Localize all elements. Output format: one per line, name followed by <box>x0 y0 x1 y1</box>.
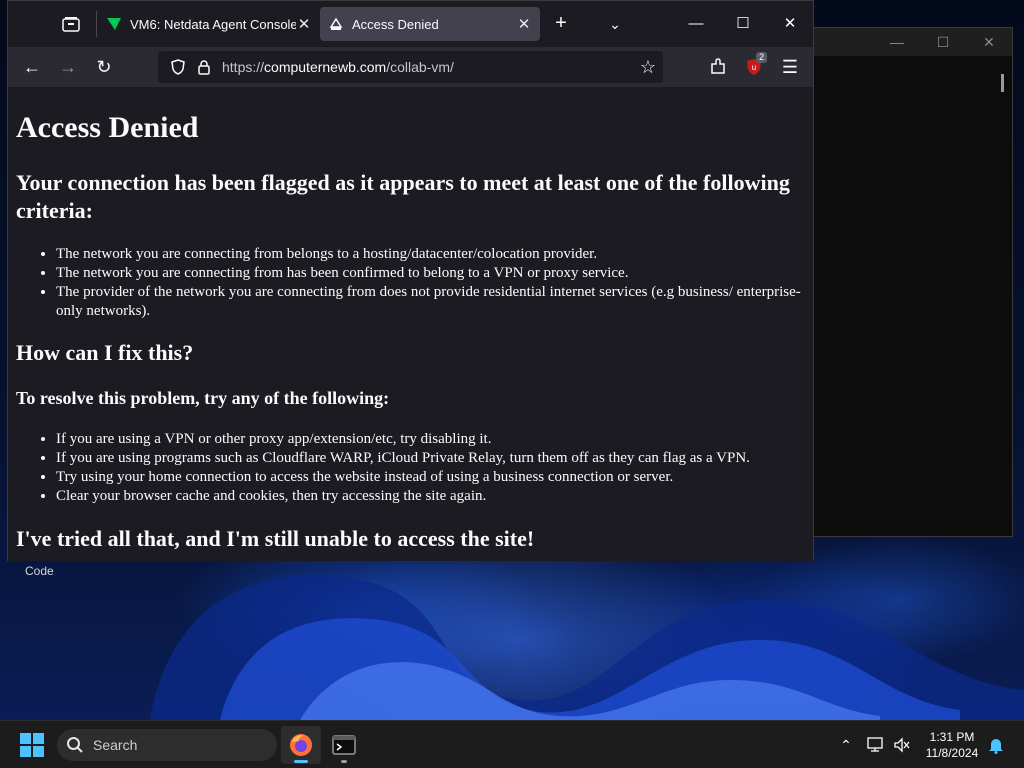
maximize-icon[interactable]: ☐ <box>920 32 966 52</box>
page-icon <box>328 16 344 32</box>
volume-muted-icon[interactable] <box>892 735 912 755</box>
url-bar[interactable]: https://computernewb.com/collab-vm/ ☆ <box>158 51 663 83</box>
reload-icon[interactable]: ↻ <box>90 53 118 81</box>
close-tab-icon[interactable]: ✕ <box>516 15 532 33</box>
menu-icon[interactable]: ☰ <box>776 53 804 81</box>
forward-arrow-icon[interactable]: → <box>54 53 82 81</box>
list-item: The provider of the network you are conn… <box>56 283 806 321</box>
search-placeholder: Search <box>93 737 138 753</box>
taskbar-search-box[interactable]: Search <box>57 729 277 761</box>
new-tab-icon[interactable]: + <box>548 11 574 37</box>
minimize-icon[interactable]: — <box>676 9 716 39</box>
tab-label: Access Denied <box>352 16 439 32</box>
tab-bar: VM6: Netdata Agent Console ✕ Access Deni… <box>8 1 813 47</box>
taskbar: Search ⌃ 1:31 PM 11/8/2024 <box>0 720 1024 768</box>
url-prefix: https:// <box>222 59 265 75</box>
chevron-up-icon[interactable]: ⌃ <box>836 735 856 755</box>
desktop-code-label[interactable]: Code <box>25 564 54 578</box>
clock-date: 11/8/2024 <box>925 746 979 760</box>
tab-label: VM6: Netdata Agent Console <box>130 16 296 32</box>
lock-icon[interactable] <box>192 59 216 75</box>
back-arrow-icon[interactable]: ← <box>18 53 46 81</box>
ublock-origin-icon[interactable]: u 2 <box>740 52 768 81</box>
firefox-view-icon[interactable] <box>53 7 89 41</box>
background-terminal-window[interactable]: — ☐ ✕ <box>813 27 1013 537</box>
url-domain: computernewb.com <box>264 59 387 75</box>
notification-bell-icon[interactable] <box>986 735 1006 755</box>
tab-access-denied[interactable]: Access Denied ✕ <box>320 7 540 41</box>
active-app-indicator <box>294 760 308 763</box>
flagged-heading: Your connection has been flagged as it a… <box>16 170 790 223</box>
terminal-taskbar-icon[interactable] <box>324 726 364 764</box>
tab-separator <box>96 11 97 37</box>
page-content: Access Denied Your connection has been f… <box>8 87 813 561</box>
running-app-indicator <box>341 760 347 763</box>
firefox-taskbar-icon[interactable] <box>281 726 321 764</box>
list-item: Try using your home connection to access… <box>56 468 806 487</box>
scrollbar-thumb[interactable] <box>1001 74 1004 92</box>
system-clock[interactable]: 1:31 PM 11/8/2024 <box>912 729 992 761</box>
windows-start-icon[interactable] <box>20 733 44 757</box>
clock-time: 1:31 PM <box>929 730 975 744</box>
resolve-heading: To resolve this problem, try any of the … <box>16 388 390 408</box>
minimize-icon[interactable]: — <box>874 32 920 52</box>
search-icon <box>57 736 93 754</box>
chevron-down-icon[interactable]: ⌄ <box>602 11 628 37</box>
close-tab-icon[interactable]: ✕ <box>296 15 312 33</box>
list-item: If you are using programs such as Cloudf… <box>56 449 806 468</box>
browser-window: VM6: Netdata Agent Console ✕ Access Deni… <box>7 0 814 561</box>
page-title: Access Denied <box>16 111 199 144</box>
list-item: If you are using a VPN or other proxy ap… <box>56 430 806 449</box>
close-icon[interactable]: ✕ <box>770 9 810 39</box>
extension-badge: 2 <box>756 52 768 63</box>
close-icon[interactable]: ✕ <box>966 32 1012 52</box>
tab-netdata[interactable]: VM6: Netdata Agent Console ✕ <box>98 7 320 41</box>
url-path: /collab-vm/ <box>386 59 454 75</box>
svg-text:u: u <box>752 63 756 72</box>
netdata-icon <box>106 16 122 32</box>
criteria-list: The network you are connecting from belo… <box>16 245 806 321</box>
shield-icon[interactable] <box>164 59 192 75</box>
fixes-list: If you are using a VPN or other proxy ap… <box>16 430 806 506</box>
extensions-icon[interactable] <box>704 53 732 81</box>
maximize-icon[interactable]: ☐ <box>723 9 763 39</box>
list-item: The network you are connecting from has … <box>56 264 806 283</box>
url-text[interactable]: https://computernewb.com/collab-vm/ <box>222 59 633 75</box>
fix-heading: How can I fix this? <box>16 340 194 365</box>
background-window-titlebar[interactable]: — ☐ ✕ <box>814 28 1012 56</box>
navigation-toolbar: ← → ↻ https://computernewb.com/collab-vm… <box>8 47 813 87</box>
list-item: Clear your browser cache and cookies, th… <box>56 487 806 506</box>
display-icon[interactable] <box>866 735 886 755</box>
still-unable-heading: I've tried all that, and I'm still unabl… <box>16 526 535 551</box>
bookmark-star-icon[interactable]: ☆ <box>633 57 663 78</box>
list-item: The network you are connecting from belo… <box>56 245 806 264</box>
